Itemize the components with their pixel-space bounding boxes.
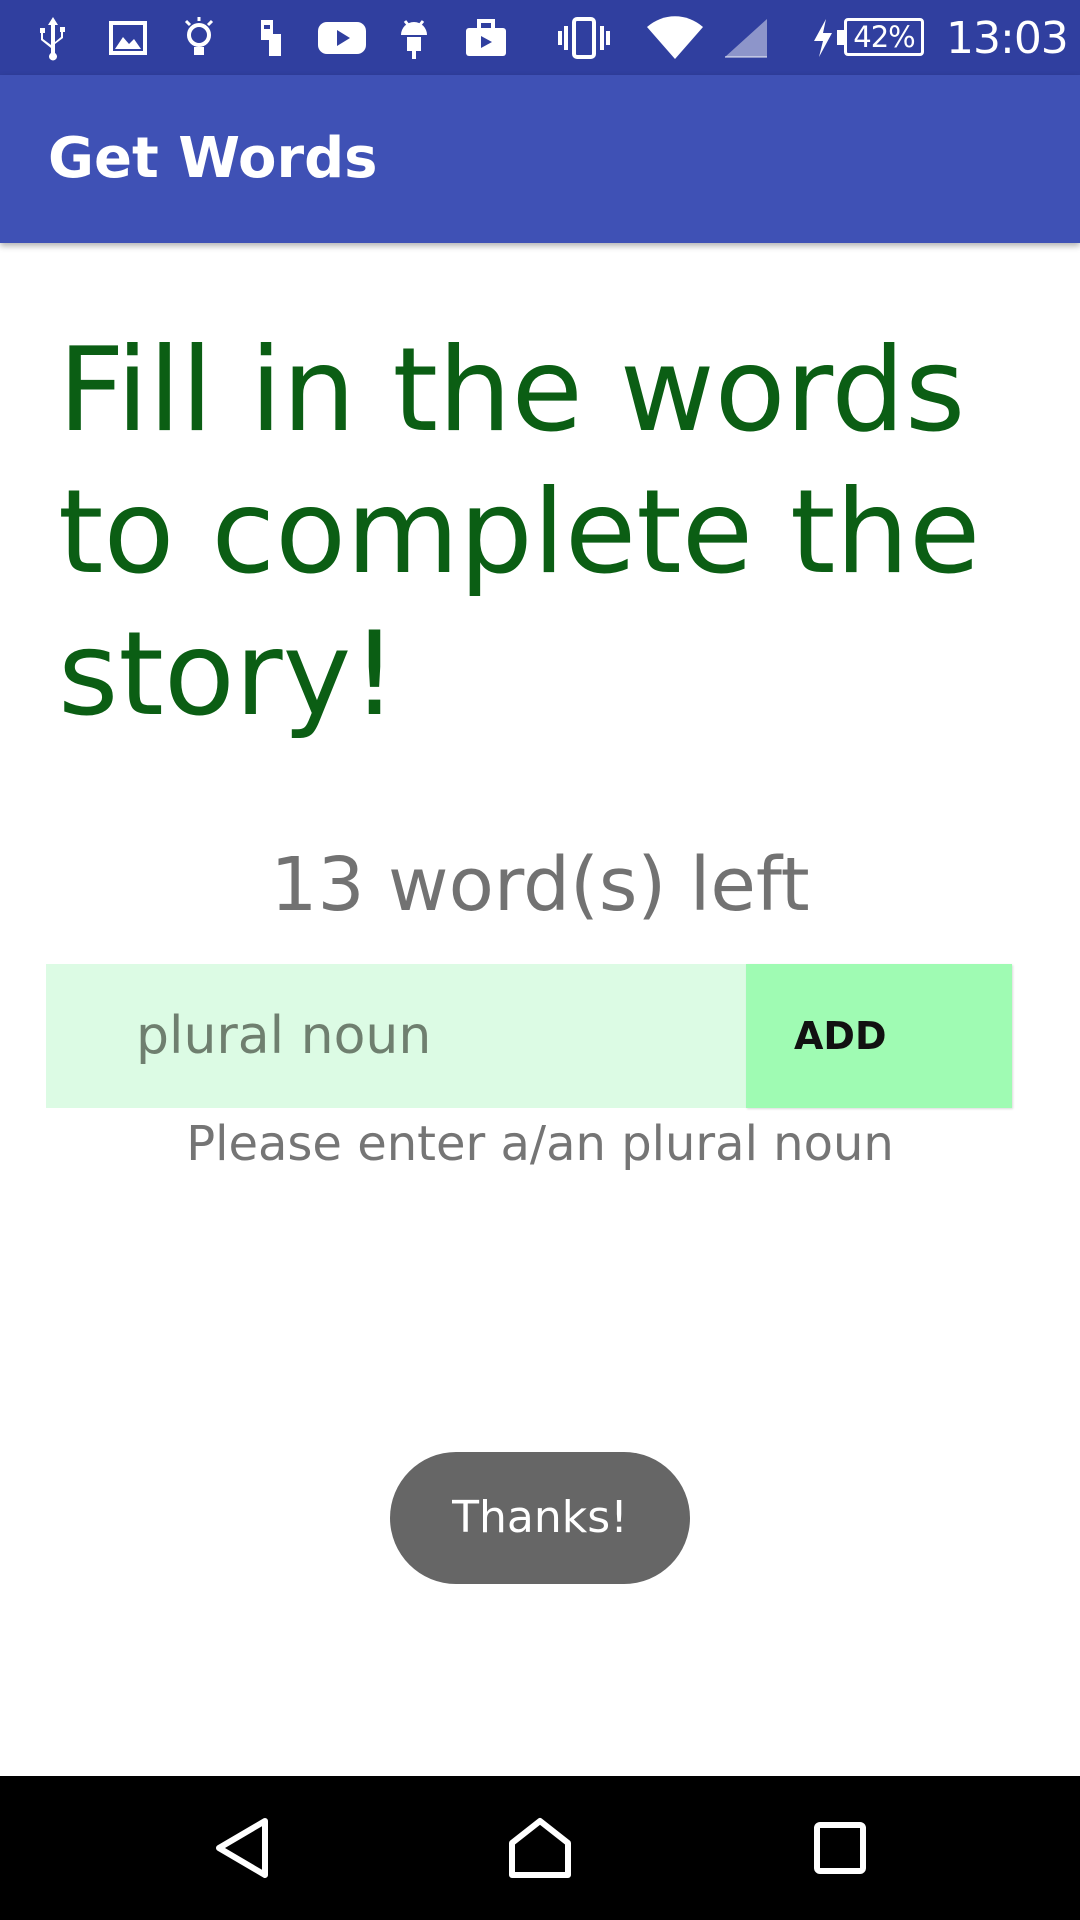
- recents-button[interactable]: [760, 1776, 920, 1920]
- android-icon: [394, 0, 434, 75]
- home-button[interactable]: [460, 1776, 620, 1920]
- cell-signal-icon: [722, 0, 770, 75]
- status-bar: 42% 13:03: [0, 0, 1080, 75]
- charging-icon: [806, 0, 840, 75]
- word-input[interactable]: [46, 964, 746, 1108]
- youtube-icon: [316, 0, 368, 75]
- image-icon: [105, 0, 151, 75]
- vibrate-icon: [556, 0, 612, 75]
- back-button[interactable]: [162, 1776, 322, 1920]
- app-bar: Get Words: [0, 75, 1080, 243]
- words-left-counter: 13 word(s) left: [270, 842, 810, 928]
- app-title: Get Words: [48, 126, 378, 191]
- briefcase-icon: [462, 0, 510, 75]
- back-icon: [216, 1818, 268, 1878]
- add-button[interactable]: ADD: [746, 964, 1012, 1108]
- battery-indicator: 42%: [837, 18, 924, 56]
- sim-transfer-icon: [250, 0, 292, 75]
- clock: 13:03: [946, 13, 1069, 64]
- instructions-heading: Fill in the words to complete the story!: [58, 323, 981, 742]
- navigation-bar: [0, 1776, 1080, 1920]
- home-icon: [509, 1818, 571, 1878]
- input-hint: Please enter a/an plural noun: [186, 1116, 894, 1172]
- wifi-icon: [644, 0, 706, 75]
- usb-icon: [30, 0, 76, 75]
- toast-message: Thanks!: [390, 1452, 690, 1584]
- recents-icon: [814, 1822, 866, 1874]
- lightbulb-icon: [176, 0, 222, 75]
